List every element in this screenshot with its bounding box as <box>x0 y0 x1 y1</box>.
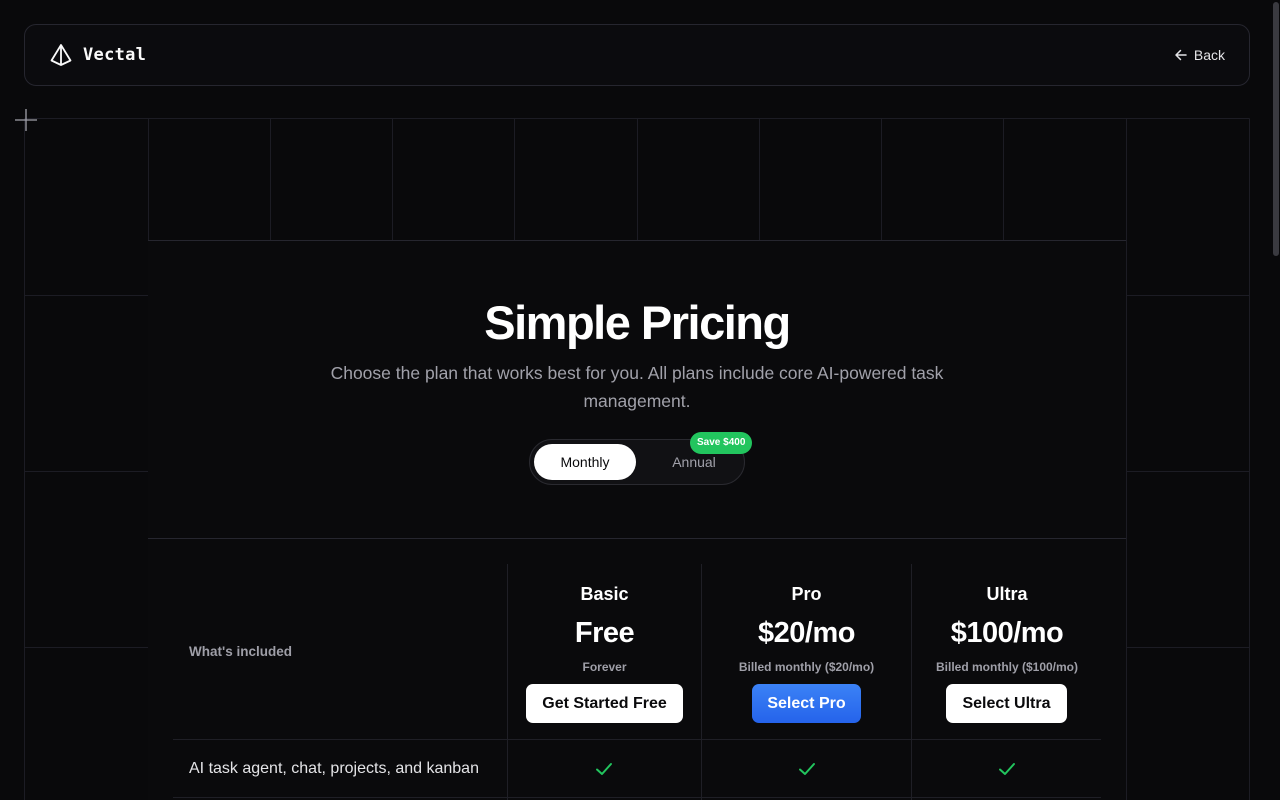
plan-price: $20/mo <box>758 617 855 649</box>
select-pro-button[interactable]: Select Pro <box>752 684 861 723</box>
check-icon <box>596 763 612 775</box>
plan-price: Free <box>574 617 635 649</box>
pricing-table: What's included Basic Free Forever Get S… <box>148 539 1126 800</box>
pyramid-logo-icon <box>50 44 72 66</box>
plan-name: Pro <box>791 584 822 604</box>
plan-price: $100/mo <box>950 617 1064 649</box>
top-navbar: Vectal Back <box>24 24 1250 86</box>
pricing-hero: Simple Pricing Choose the plan that work… <box>148 240 1126 539</box>
plan-name: Ultra <box>986 584 1028 604</box>
whats-included-label: What's included <box>189 644 292 659</box>
page-title: Simple Pricing <box>484 296 791 349</box>
brand-name: Vectal <box>83 45 147 65</box>
toggle-monthly[interactable]: Monthly <box>534 444 636 480</box>
plan-billing-note: Billed monthly ($100/mo) <box>935 660 1079 674</box>
brand[interactable]: Vectal <box>49 43 146 67</box>
pricing-page: Vectal Back Simple Pricing Choose the pl… <box>0 0 1280 800</box>
billing-toggle: Monthly Annual Save $400 <box>529 432 753 485</box>
plus-icon <box>15 109 37 131</box>
plan-billing-note: Forever <box>582 660 627 674</box>
plan-billing-note: Billed monthly ($20/mo) <box>738 660 875 674</box>
back-label: Back <box>1193 47 1225 63</box>
row-divider <box>173 797 1101 798</box>
row-divider <box>173 739 1101 740</box>
select-ultra-button[interactable]: Select Ultra <box>946 684 1067 723</box>
check-icon <box>799 763 815 775</box>
arrow-left-icon <box>1175 49 1187 61</box>
page-subtitle: Choose the plan that works best for you.… <box>330 363 944 411</box>
back-button[interactable]: Back <box>1174 47 1225 63</box>
plan-name: Basic <box>580 584 629 604</box>
check-icon <box>999 763 1015 775</box>
feature-label: AI task agent, chat, projects, and kanba… <box>189 760 479 777</box>
get-started-free-button[interactable]: Get Started Free <box>526 684 683 723</box>
save-badge: Save $400 <box>690 432 753 454</box>
page-scrollbar[interactable] <box>1272 0 1280 800</box>
scrollbar-thumb[interactable] <box>1273 2 1279 256</box>
